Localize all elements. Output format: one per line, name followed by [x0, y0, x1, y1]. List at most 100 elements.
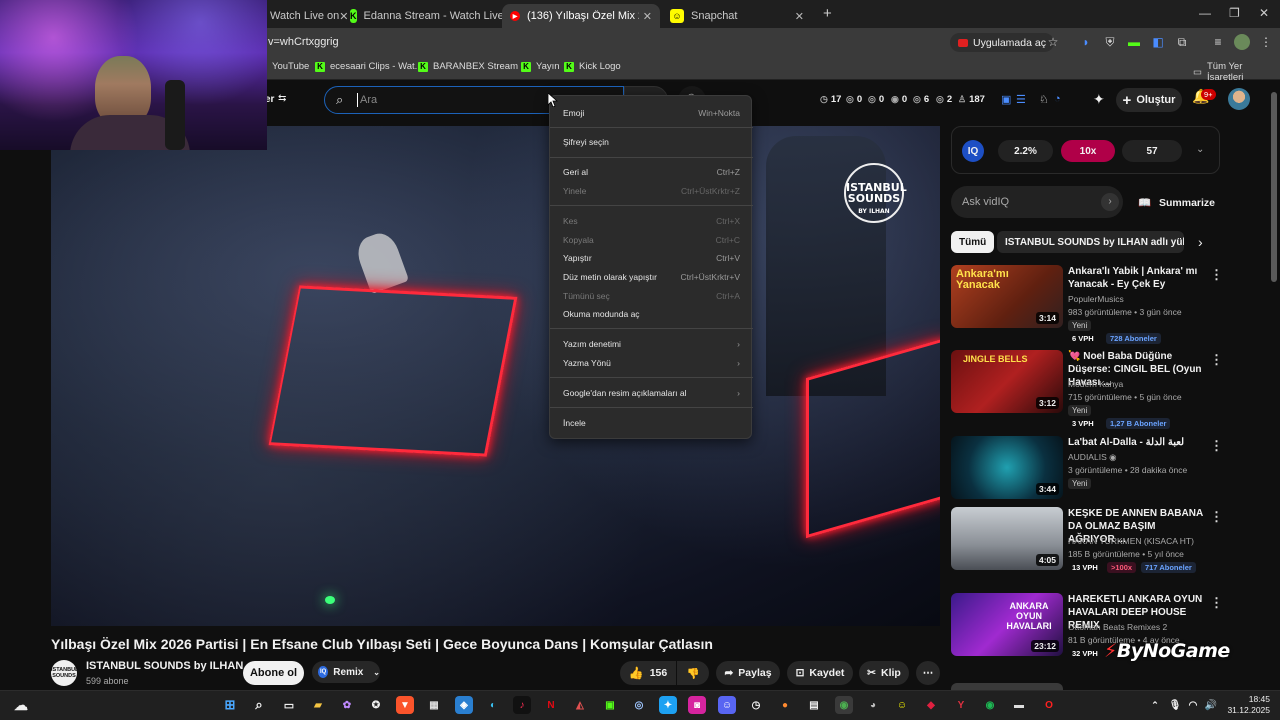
avatar[interactable] [1228, 88, 1250, 110]
clip-button[interactable]: ✂ Klip [859, 661, 909, 685]
app-icon[interactable]: ◭ [571, 696, 589, 714]
edge-icon[interactable]: ◐ [484, 696, 502, 714]
more-actions-button[interactable]: ⋯ [916, 661, 940, 685]
channel-name[interactable]: ISTANBUL SOUNDS by ILHAN [86, 660, 243, 672]
task-view-icon[interactable]: ▭ [280, 696, 298, 714]
bookmark-ecesaari[interactable]: K ecesaari Clips - Wat... [315, 61, 423, 72]
tab-snapchat[interactable]: ☺ Snapchat ✕ [662, 4, 812, 28]
shield-icon[interactable]: ⛨ [1102, 34, 1118, 50]
menu-item-spellcheck[interactable]: Yazım denetimi › [550, 335, 753, 353]
weather-icon[interactable]: ☁ [12, 696, 30, 714]
channel-name[interactable]: Modern Kahya [1068, 379, 1123, 389]
store-icon[interactable]: ▦ [425, 696, 443, 714]
more-vert-icon[interactable]: ⋮ [1210, 352, 1223, 368]
video-thumbnail[interactable] [951, 683, 1063, 690]
video-thumbnail[interactable]: JINGLE BELLS 3:12 [951, 350, 1063, 413]
app-icon[interactable]: ◆ [922, 696, 940, 714]
channel-name[interactable]: PopulerMusics [1068, 294, 1124, 304]
chevron-down-icon[interactable]: ⌄ [1196, 144, 1204, 155]
opera-icon[interactable]: O [1040, 696, 1058, 714]
app-icon[interactable]: Y [952, 696, 970, 714]
recommendation-item[interactable]: Ankara'mı Yanacak 3:14 Ankara'lı Yabik |… [951, 265, 1223, 345]
list-icon[interactable]: ☰ [1016, 93, 1026, 106]
maximize-button[interactable]: ❐ [1229, 6, 1240, 20]
video-thumbnail[interactable]: 4:05 [951, 507, 1063, 570]
menu-item-undo[interactable]: Geri al Ctrl+Z [550, 163, 753, 181]
video-player[interactable]: ISTANBUL SOUNDS BY ILHAN [51, 126, 940, 626]
menu-dots-icon[interactable]: ⋮ [1258, 34, 1274, 50]
reading-list-icon[interactable]: ≡ [1210, 34, 1226, 50]
menu-item-paste-plain[interactable]: Düz metin olarak yapıştır Ctrl+ÜstKrktr+V [550, 268, 753, 286]
twitter-icon[interactable]: ✦ [659, 696, 677, 714]
volume-icon[interactable]: 🔊 [1202, 696, 1220, 714]
channel-name[interactable]: HAKAN TÜRKMEN (KISACA HT) [1068, 536, 1194, 546]
bookmark-kick-logo[interactable]: K Kick Logo [564, 61, 621, 72]
extension-icon[interactable]: ◧ [1150, 34, 1166, 50]
microphone-icon[interactable]: 🎙 [1166, 696, 1184, 714]
recommendation-item[interactable]: 4:05 KEŞKE DE ANNEN BABANA DA OLMAZ BAŞI… [951, 507, 1223, 575]
chip-all[interactable]: Tümü [951, 231, 995, 253]
bell-outline-icon[interactable]: ◔ [1054, 93, 1061, 105]
extension-icon[interactable]: ◗ [1078, 34, 1094, 50]
video-title[interactable]: Ankara'lı Yabik | Ankara' mı Yanacak - E… [1068, 265, 1204, 291]
video-title[interactable]: La'bat Al-Dalla - لعبة الدلة [1068, 436, 1204, 449]
more-vert-icon[interactable]: ⋮ [1210, 509, 1223, 525]
channel-name[interactable]: AUDIALIS [1068, 452, 1107, 462]
app-icon[interactable]: ▬ [1010, 696, 1028, 714]
close-icon[interactable]: ✕ [643, 10, 652, 23]
menu-item-select-password[interactable]: Şifreyi seçin [550, 133, 753, 151]
app-icon[interactable]: ◈ [455, 696, 473, 714]
chevron-right-icon[interactable]: › [1198, 234, 1203, 250]
wifi-icon[interactable]: ◠ [1184, 696, 1202, 714]
open-in-app-button[interactable]: Uygulamada aç [950, 33, 1054, 52]
like-button[interactable]: 👍 156 [620, 661, 676, 685]
ask-vidiq-input[interactable]: Ask vidIQ [951, 186, 1123, 218]
video-thumbnail[interactable]: ANKARA OYUN HAVALARI 23:12 [951, 593, 1063, 656]
kick-icon[interactable]: ▣ [601, 696, 619, 714]
copilot-icon[interactable]: ✿ [338, 696, 356, 714]
more-vert-icon[interactable]: ⋮ [1210, 438, 1223, 454]
snapchat-icon[interactable]: ☺ [893, 696, 911, 714]
video-thumbnail[interactable]: Ankara'mı Yanacak 3:14 [951, 265, 1063, 328]
bookmark-baranbex[interactable]: K BARANBEX Stream -... [418, 61, 532, 72]
chrome-icon[interactable]: ◉ [835, 696, 853, 714]
subscribe-button[interactable]: Abone ol [243, 661, 304, 685]
steam-icon[interactable]: ◎ [630, 696, 648, 714]
puzzle-icon[interactable]: ⧉ [1174, 34, 1190, 50]
spotify-icon[interactable]: ◉ [981, 696, 999, 714]
tab-edanna-stream[interactable]: K Edanna Stream - Watch Live on ✕ [342, 4, 528, 28]
bookmark-youtube[interactable]: YouTube [272, 61, 309, 72]
app-icon[interactable]: ✪ [367, 696, 385, 714]
menu-item-reading-mode[interactable]: Okuma modunda aç [550, 305, 753, 323]
share-button[interactable]: ➦ Paylaş [716, 661, 780, 685]
instagram-icon[interactable]: ◙ [688, 696, 706, 714]
more-vert-icon[interactable]: ⋮ [1210, 267, 1223, 283]
video-thumbnail[interactable]: 3:44 [951, 436, 1063, 499]
extension-icon[interactable]: ▬ [1126, 34, 1142, 50]
windows-start-icon[interactable]: ⊞ [221, 696, 239, 714]
close-window-button[interactable]: ✕ [1259, 6, 1269, 20]
send-icon[interactable]: › [1101, 193, 1119, 211]
recommendation-item[interactable]: JINGLE BELLS 3:12 💘 Noel Baba Düğüne Düş… [951, 350, 1223, 430]
menu-item-paste[interactable]: Yapıştır Ctrl+V [550, 249, 753, 267]
speedometer-icon[interactable]: ◷ [747, 696, 765, 714]
tab-kick-watch-live[interactable]: Watch Live on ✕ [262, 4, 349, 28]
menu-item-inspect[interactable]: İncele [550, 414, 753, 432]
bookmark-yayin[interactable]: K Yayın [521, 61, 560, 72]
remix-button[interactable]: IQ Remix ⌄ [312, 661, 380, 683]
vidiq-logo-icon[interactable]: ✦ [1093, 91, 1105, 108]
summarize-button[interactable]: 📖 Summarize [1138, 196, 1215, 209]
obs-icon[interactable]: ◕ [864, 696, 882, 714]
address-bar-url[interactable]: v=whCrtxggrig [268, 36, 339, 48]
filter-icon[interactable]: ⇆ [278, 93, 286, 104]
save-button[interactable]: ⊡ Kaydet [787, 661, 853, 685]
dislike-button[interactable]: 👎 [677, 661, 709, 685]
search-icon[interactable]: ⌕ [250, 696, 268, 714]
create-button[interactable]: + Oluştur [1116, 88, 1182, 112]
netflix-icon[interactable]: N [542, 696, 560, 714]
menu-item-image-descriptions[interactable]: Google'dan resim açıklamaları al › [550, 384, 753, 402]
channel-name[interactable]: Ottoman Beats Remixes 2 [1068, 622, 1167, 632]
chip-channel[interactable]: ISTANBUL SOUNDS by ILHAN adlı yükleyicid… [997, 231, 1184, 253]
vidiq-badge[interactable]: IQ [962, 140, 984, 162]
chevron-up-icon[interactable]: ⌃ [1146, 696, 1164, 714]
